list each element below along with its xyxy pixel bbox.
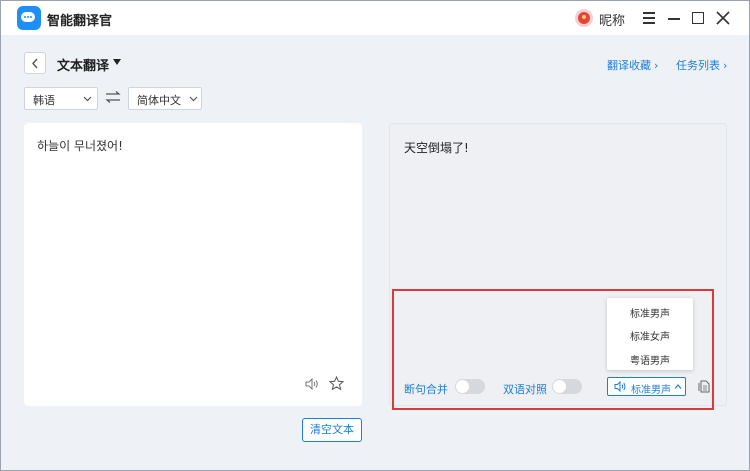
chevron-left-icon — [32, 58, 38, 69]
app-logo-icon — [17, 6, 41, 30]
speaker-icon — [614, 381, 626, 392]
chevron-right-icon: › — [654, 59, 659, 72]
copy-icon[interactable] — [698, 380, 710, 393]
avatar[interactable] — [575, 9, 593, 27]
target-language-select[interactable]: 简体中文 — [128, 87, 202, 110]
source-text-panel[interactable]: 하늘이 무너졌어! — [24, 123, 362, 406]
chevron-right-icon: › — [723, 59, 728, 72]
voice-option[interactable]: 粤语男声 — [607, 352, 693, 367]
menu-icon[interactable] — [640, 8, 658, 28]
back-button[interactable] — [24, 52, 46, 74]
link-translation-favorites[interactable]: 翻译收藏 › — [607, 57, 658, 73]
minimize-icon[interactable] — [665, 8, 683, 28]
app-window: 智能翻译官 昵称 文本翻译 翻译收藏 › 任务列表 › 韩语 简体中文 하늘이 무너… — [0, 0, 750, 471]
source-language-select[interactable]: 韩语 — [24, 87, 98, 110]
voice-dropdown: 标准男声 标准女声 粤语男声 — [607, 298, 693, 370]
bilingual-toggle[interactable] — [552, 379, 582, 394]
app-title: 智能翻译官 — [47, 14, 113, 29]
speaker-icon[interactable] — [305, 378, 319, 390]
target-text[interactable]: 天空倒塌了! — [404, 139, 469, 156]
chevron-down-icon — [83, 96, 92, 102]
sentence-merge-label: 断句合并 — [404, 383, 448, 396]
source-text[interactable]: 하늘이 무너졌어! — [37, 137, 123, 154]
voice-option[interactable]: 标准男声 — [607, 305, 693, 320]
star-icon[interactable] — [329, 376, 344, 391]
swap-icon[interactable] — [105, 91, 121, 103]
sentence-merge-toggle[interactable] — [455, 379, 485, 394]
close-icon[interactable] — [714, 8, 732, 28]
user-nickname[interactable]: 昵称 — [599, 10, 625, 29]
bilingual-label: 双语对照 — [503, 383, 547, 396]
page-title[interactable]: 文本翻译 — [57, 55, 109, 74]
maximize-icon[interactable] — [689, 8, 707, 28]
voice-select-button[interactable]: 标准男声 — [607, 377, 686, 396]
title-bar: 智能翻译官 昵称 — [1, 1, 749, 35]
chevron-down-icon — [189, 96, 198, 102]
voice-option[interactable]: 标准女声 — [607, 328, 693, 343]
chevron-up-icon — [674, 384, 682, 389]
clear-text-button[interactable]: 清空文本 — [302, 418, 362, 442]
caret-down-icon[interactable] — [113, 59, 121, 65]
link-task-list[interactable]: 任务列表 › — [676, 57, 727, 73]
